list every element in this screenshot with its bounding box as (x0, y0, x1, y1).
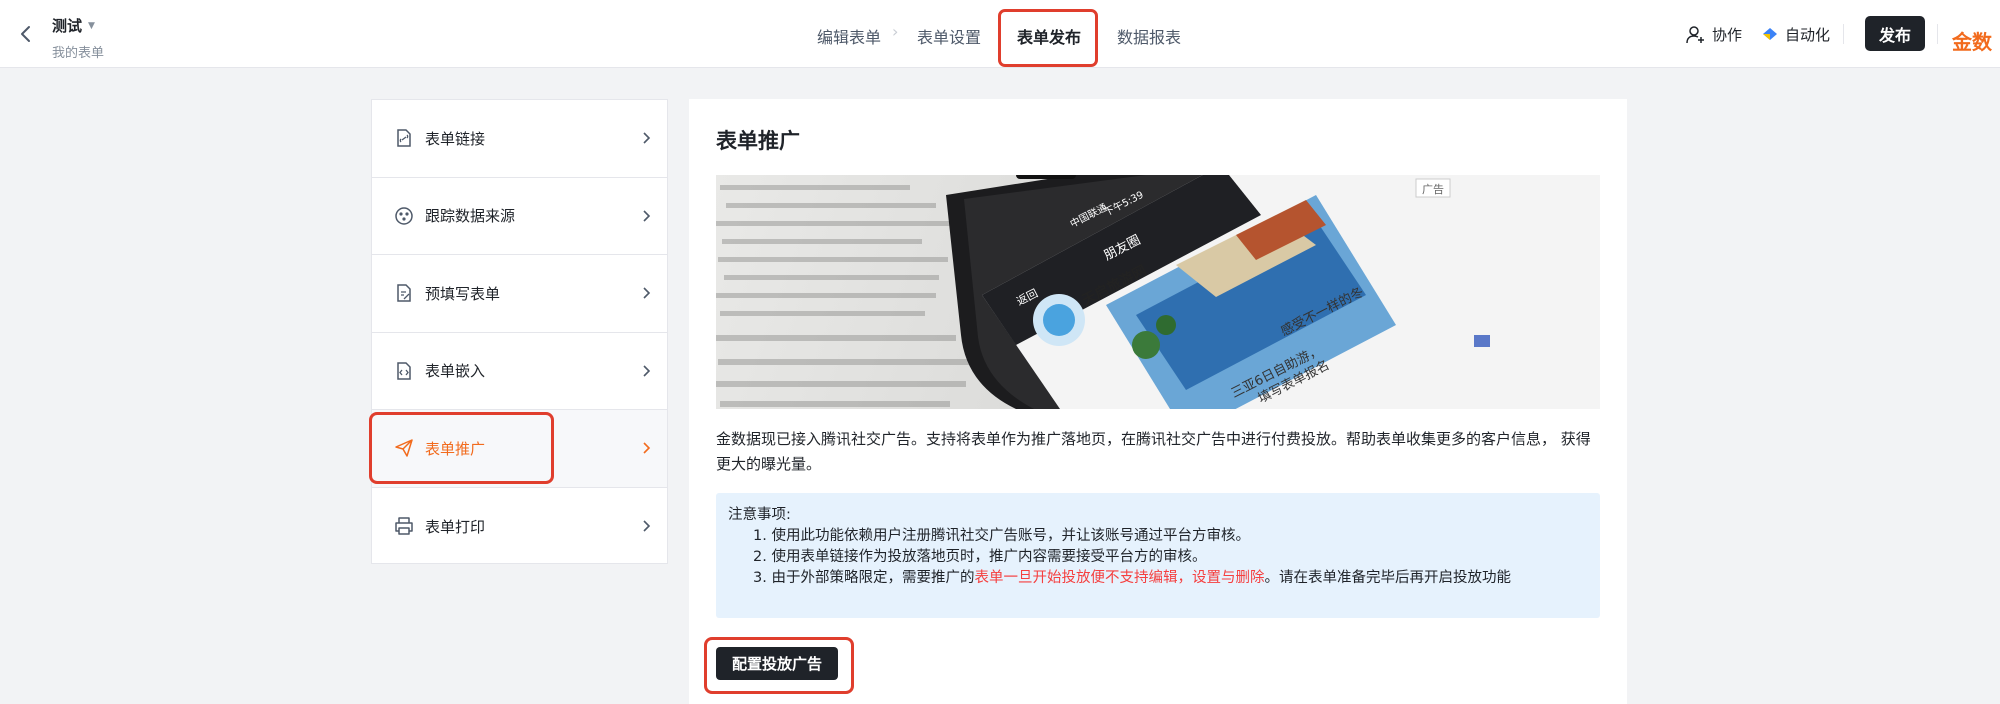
publish-sidebar: 表单链接 跟踪数据来源 预填写表单 表单嵌入 表单推广 表单打印 (371, 99, 668, 564)
notice-heading: 注意事项: (728, 507, 791, 523)
sidebar-item-label: 表单打印 (425, 517, 486, 536)
chevron-down-icon[interactable]: ▼ (88, 21, 95, 31)
chevron-right-icon (643, 364, 651, 377)
chevron-right-icon (643, 442, 651, 454)
tracking-icon (394, 206, 414, 226)
top-header: 测试 ▼ 我的表单 编辑表单 › 表单设置 表单发布 数据报表 协作 自动化 发… (0, 0, 2000, 68)
notice-item-text: 。请在表单准备完毕后再开启投放功能 (1264, 570, 1511, 586)
breadcrumb[interactable]: 我的表单 (52, 42, 104, 61)
back-arrow-icon[interactable] (16, 22, 36, 46)
tab-form-settings[interactable]: 表单设置 (917, 24, 981, 48)
chevron-right-icon (643, 132, 651, 144)
chevron-right-icon (643, 519, 651, 532)
add-user-icon (1686, 26, 1704, 44)
notice-warning-text: 表单一旦开始投放便不支持编辑，设置与删除 (974, 570, 1265, 586)
page-title: 表单推广 (716, 129, 800, 153)
prefill-doc-icon (394, 283, 414, 303)
sidebar-item-prefill[interactable]: 预填写表单 (372, 255, 667, 333)
automation-label: 自动化 (1785, 25, 1831, 44)
sidebar-item-print[interactable]: 表单打印 (372, 488, 667, 566)
form-title-block[interactable]: 测试 ▼ 我的表单 (52, 15, 104, 61)
highlight-box-button (704, 637, 854, 694)
form-title: 测试 (52, 17, 83, 35)
divider (1843, 24, 1844, 44)
chevron-right-icon (643, 287, 651, 299)
collab-button[interactable]: 协作 (1686, 0, 1742, 68)
sidebar-item-label: 预填写表单 (425, 284, 501, 303)
brand-logo: 金数 (1952, 30, 1992, 54)
printer-icon (394, 516, 414, 536)
automation-icon (1763, 28, 1777, 40)
sidebar-item-form-link[interactable]: 表单链接 (372, 100, 667, 178)
notice-item: 1. 使用此功能依赖用户注册腾讯社交广告账号，并让该账号通过平台方审核。 (753, 528, 1250, 544)
sidebar-item-label: 跟踪数据来源 (425, 207, 516, 226)
link-doc-icon (394, 128, 414, 148)
tab-data-report[interactable]: 数据报表 (1117, 24, 1181, 48)
chevron-right-icon: › (892, 22, 899, 41)
notice-box: 注意事项: 1. 使用此功能依赖用户注册腾讯社交广告账号，并让该账号通过平台方审… (716, 493, 1600, 618)
publish-button[interactable]: 发布 (1865, 16, 1925, 51)
highlight-box-tab (998, 9, 1098, 67)
promotion-panel: 表单推广 中国联通 下午5:39 返回 朋友圈 广告 天启旅游网 感受不一样的冬… (689, 99, 1627, 704)
sidebar-item-embed[interactable]: 表单嵌入 (372, 333, 667, 410)
automation-button[interactable]: 自动化 (1761, 0, 1830, 68)
embed-code-icon (394, 361, 414, 381)
sidebar-item-label: 表单链接 (425, 129, 486, 148)
banner-ad-tag: 广告 (1422, 183, 1444, 196)
notice-item: 2. 使用表单链接作为投放落地页时，推广内容需要接受平台方的审核。 (753, 549, 1207, 565)
notice-item: 3. 由于外部策略限定，需要推广的表单一旦开始投放便不支持编辑，设置与删除。请在… (728, 568, 1588, 589)
promotion-banner-image: 中国联通 下午5:39 返回 朋友圈 广告 天启旅游网 感受不一样的冬 三亚6日… (716, 175, 1600, 409)
sidebar-item-label: 表单嵌入 (425, 362, 486, 381)
chevron-right-icon (643, 209, 651, 222)
divider (1937, 24, 1938, 44)
sidebar-item-tracking[interactable]: 跟踪数据来源 (372, 178, 667, 255)
collab-label: 协作 (1712, 25, 1743, 44)
promotion-description: 金数据现已接入腾讯社交广告。支持将表单作为推广落地页，在腾讯社交广告中进行付费投… (716, 430, 1591, 473)
notice-item-text: 3. 由于外部策略限定，需要推广的 (753, 570, 975, 586)
tab-edit-form[interactable]: 编辑表单 (817, 24, 881, 48)
highlight-box-sidebar (369, 412, 554, 484)
